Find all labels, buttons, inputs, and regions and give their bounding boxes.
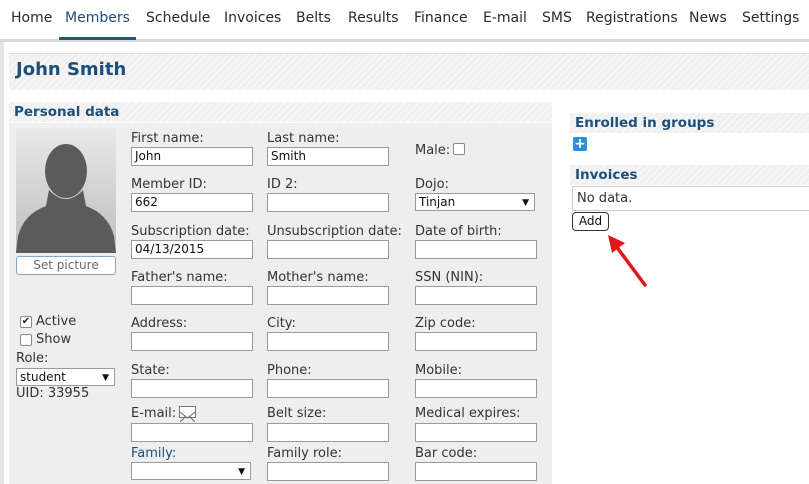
envelope-icon <box>179 411 196 423</box>
unsubscription-date-input[interactable] <box>267 240 389 259</box>
medical-expires-input[interactable] <box>415 423 537 442</box>
zip-code-label: Zip code: <box>415 316 476 331</box>
member-id-label: Member ID: <box>131 177 207 192</box>
belt-size-label: Belt size: <box>267 406 327 421</box>
chevron-down-icon: ▼ <box>522 198 529 208</box>
chevron-down-icon: ▼ <box>102 373 109 383</box>
male-checkbox[interactable] <box>453 143 465 155</box>
invoices-empty-text: No data. <box>577 191 633 206</box>
enrolled-groups-heading: Enrolled in groups <box>570 113 809 133</box>
add-group-icon[interactable]: + <box>573 137 587 151</box>
first-name-label: First name: <box>131 131 204 146</box>
male-label: Male: <box>415 143 451 158</box>
family-select[interactable]: ▼ <box>131 462 251 480</box>
state-label: State: <box>131 363 170 378</box>
subscription-date-label: Subscription date: <box>131 224 250 239</box>
unsubscription-date-label: Unsubscription date: <box>267 224 402 239</box>
ssn-input[interactable] <box>415 286 537 305</box>
active-label: Active <box>36 314 77 329</box>
family-label[interactable]: Family: <box>131 446 176 461</box>
id2-label: ID 2: <box>267 177 298 192</box>
active-checkbox[interactable]: ✔ <box>20 316 32 328</box>
address-label: Address: <box>131 316 188 331</box>
member-photo <box>16 128 116 253</box>
title-bar <box>9 53 809 90</box>
phone-input[interactable] <box>267 379 389 398</box>
show-checkbox[interactable] <box>20 334 32 346</box>
avatar-silhouette-icon <box>16 144 116 253</box>
uid-text: UID: 33955 <box>16 386 90 401</box>
medical-expires-label: Medical expires: <box>415 406 521 421</box>
role-value: student <box>20 370 66 384</box>
zip-code-input[interactable] <box>415 332 537 351</box>
set-picture-button[interactable]: Set picture <box>16 256 116 275</box>
family-role-input[interactable] <box>267 462 389 481</box>
nav-belts[interactable]: Belts <box>296 0 331 40</box>
invoices-heading: Invoices <box>570 165 809 185</box>
mobile-label: Mobile: <box>415 363 463 378</box>
date-of-birth-label: Date of birth: <box>415 224 502 239</box>
ssn-label: SSN (NIN): <box>415 270 484 285</box>
last-name-label: Last name: <box>267 131 340 146</box>
add-invoice-button[interactable]: Add <box>572 212 609 231</box>
nav-members[interactable]: Members <box>59 0 136 40</box>
top-nav: Home Members Schedule Invoices Belts Res… <box>0 0 809 42</box>
dojo-label: Dojo: <box>415 177 449 192</box>
city-input[interactable] <box>267 332 389 351</box>
role-select[interactable]: student ▼ <box>16 368 115 386</box>
dojo-select[interactable]: Tinjan ▼ <box>415 193 535 211</box>
nav-results[interactable]: Results <box>348 0 399 40</box>
phone-label: Phone: <box>267 363 312 378</box>
bar-code-input[interactable] <box>415 462 537 481</box>
subscription-date-input[interactable]: 04/13/2015 <box>131 240 253 259</box>
mothers-name-label: Mother's name: <box>267 270 369 285</box>
last-name-input[interactable]: Smith <box>267 147 389 166</box>
nav-news[interactable]: News <box>689 0 727 40</box>
nav-settings[interactable]: Settings <box>742 0 799 40</box>
red-arrow-icon <box>608 235 647 287</box>
mothers-name-input[interactable] <box>267 286 389 305</box>
page-title: John Smith <box>16 59 127 80</box>
fathers-name-input[interactable] <box>131 286 253 305</box>
state-input[interactable] <box>131 379 253 398</box>
dojo-value: Tinjan <box>419 195 456 209</box>
city-label: City: <box>267 316 296 331</box>
bar-code-label: Bar code: <box>415 446 478 461</box>
belt-size-input[interactable] <box>267 423 389 442</box>
date-of-birth-input[interactable] <box>415 240 537 259</box>
email-input[interactable] <box>131 423 253 442</box>
family-role-label: Family role: <box>267 446 342 461</box>
mail-icon[interactable] <box>179 406 196 423</box>
member-id-input[interactable]: 662 <box>131 193 253 212</box>
nav-email[interactable]: E-mail <box>483 0 527 40</box>
nav-invoices[interactable]: Invoices <box>224 0 281 40</box>
address-input[interactable] <box>131 332 253 351</box>
mobile-input[interactable] <box>415 379 537 398</box>
nav-schedule[interactable]: Schedule <box>146 0 210 40</box>
id2-input[interactable] <box>267 193 389 212</box>
nav-registrations[interactable]: Registrations <box>586 0 678 40</box>
personal-data-heading: Personal data <box>9 102 552 122</box>
role-label: Role: <box>16 351 49 366</box>
nav-finance[interactable]: Finance <box>414 0 468 40</box>
nav-sms[interactable]: SMS <box>542 0 572 40</box>
nav-home[interactable]: Home <box>11 0 52 40</box>
first-name-input[interactable]: John <box>131 147 253 166</box>
chevron-down-icon: ▼ <box>238 467 245 477</box>
show-label: Show <box>36 332 72 347</box>
fathers-name-label: Father's name: <box>131 270 228 285</box>
email-label: E-mail: <box>131 406 177 421</box>
